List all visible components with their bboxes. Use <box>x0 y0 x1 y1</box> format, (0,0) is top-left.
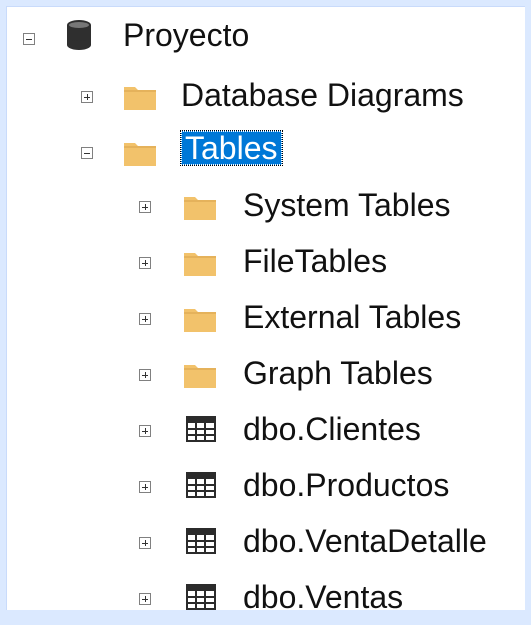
tree-node-database-diagrams[interactable]: Database Diagrams <box>7 67 520 123</box>
folder-icon <box>184 253 216 276</box>
tree-node-dbo-ventadetalle[interactable]: dbo.VentaDetalle <box>7 513 520 569</box>
plus-v <box>145 428 146 434</box>
object-explorer-tree: Proyecto Database Diagrams Tables System… <box>6 6 525 613</box>
expand-toggle[interactable] <box>139 425 151 437</box>
minus-icon <box>26 39 32 40</box>
tree-node-label: External Tables <box>243 299 462 335</box>
tree-node-label: dbo.Clientes <box>243 411 421 447</box>
tree-node-label: Proyecto <box>123 17 250 53</box>
table-icon <box>186 584 216 610</box>
expand-toggle[interactable] <box>139 201 151 213</box>
tree-node-label: System Tables <box>243 187 451 223</box>
tree-node-label: Graph Tables <box>243 355 433 391</box>
plus-v <box>145 596 146 602</box>
table-icon <box>186 472 216 498</box>
expand-toggle[interactable] <box>139 369 151 381</box>
folder-icon <box>184 365 216 388</box>
tree-node-label: dbo.Productos <box>243 467 450 503</box>
expand-toggle[interactable] <box>139 257 151 269</box>
table-icon <box>186 416 216 442</box>
expand-toggle[interactable] <box>81 91 93 103</box>
database-icon <box>67 20 91 50</box>
plus-v <box>87 94 88 100</box>
tree-node-dbo-ventas[interactable]: dbo.Ventas <box>7 569 520 625</box>
folder-icon <box>124 143 156 166</box>
expand-toggle[interactable] <box>139 593 151 605</box>
table-icon <box>186 528 216 554</box>
folder-icon <box>124 87 156 110</box>
plus-v <box>145 316 146 322</box>
plus-v <box>145 540 146 546</box>
plus-v <box>145 484 146 490</box>
expand-toggle[interactable] <box>139 313 151 325</box>
tree-node-label: Database Diagrams <box>181 77 464 113</box>
tree-node-filetables[interactable]: FileTables <box>7 233 520 289</box>
plus-v <box>145 260 146 266</box>
collapse-toggle[interactable] <box>81 147 93 159</box>
collapse-toggle[interactable] <box>23 33 35 45</box>
tree-node-external-tables[interactable]: External Tables <box>7 289 520 345</box>
tree-node-proyecto[interactable]: Proyecto <box>7 9 520 65</box>
tree-node-label: FileTables <box>243 243 388 279</box>
tree-node-label: dbo.Ventas <box>243 579 404 615</box>
tree-node-system-tables[interactable]: System Tables <box>7 177 520 233</box>
expand-toggle[interactable] <box>139 537 151 549</box>
folder-icon <box>184 309 216 332</box>
tree-node-graph-tables[interactable]: Graph Tables <box>7 345 520 401</box>
tree-node-dbo-productos[interactable]: dbo.Productos <box>7 457 520 513</box>
tree-node-dbo-clientes[interactable]: dbo.Clientes <box>7 401 520 457</box>
expand-toggle[interactable] <box>139 481 151 493</box>
tree-node-tables[interactable]: Tables <box>7 123 520 179</box>
plus-v <box>145 372 146 378</box>
folder-icon <box>184 197 216 220</box>
minus-icon <box>84 153 90 154</box>
plus-v <box>145 204 146 210</box>
tree-node-label-selected: Tables <box>180 130 283 166</box>
tree-node-label: dbo.VentaDetalle <box>243 523 487 559</box>
